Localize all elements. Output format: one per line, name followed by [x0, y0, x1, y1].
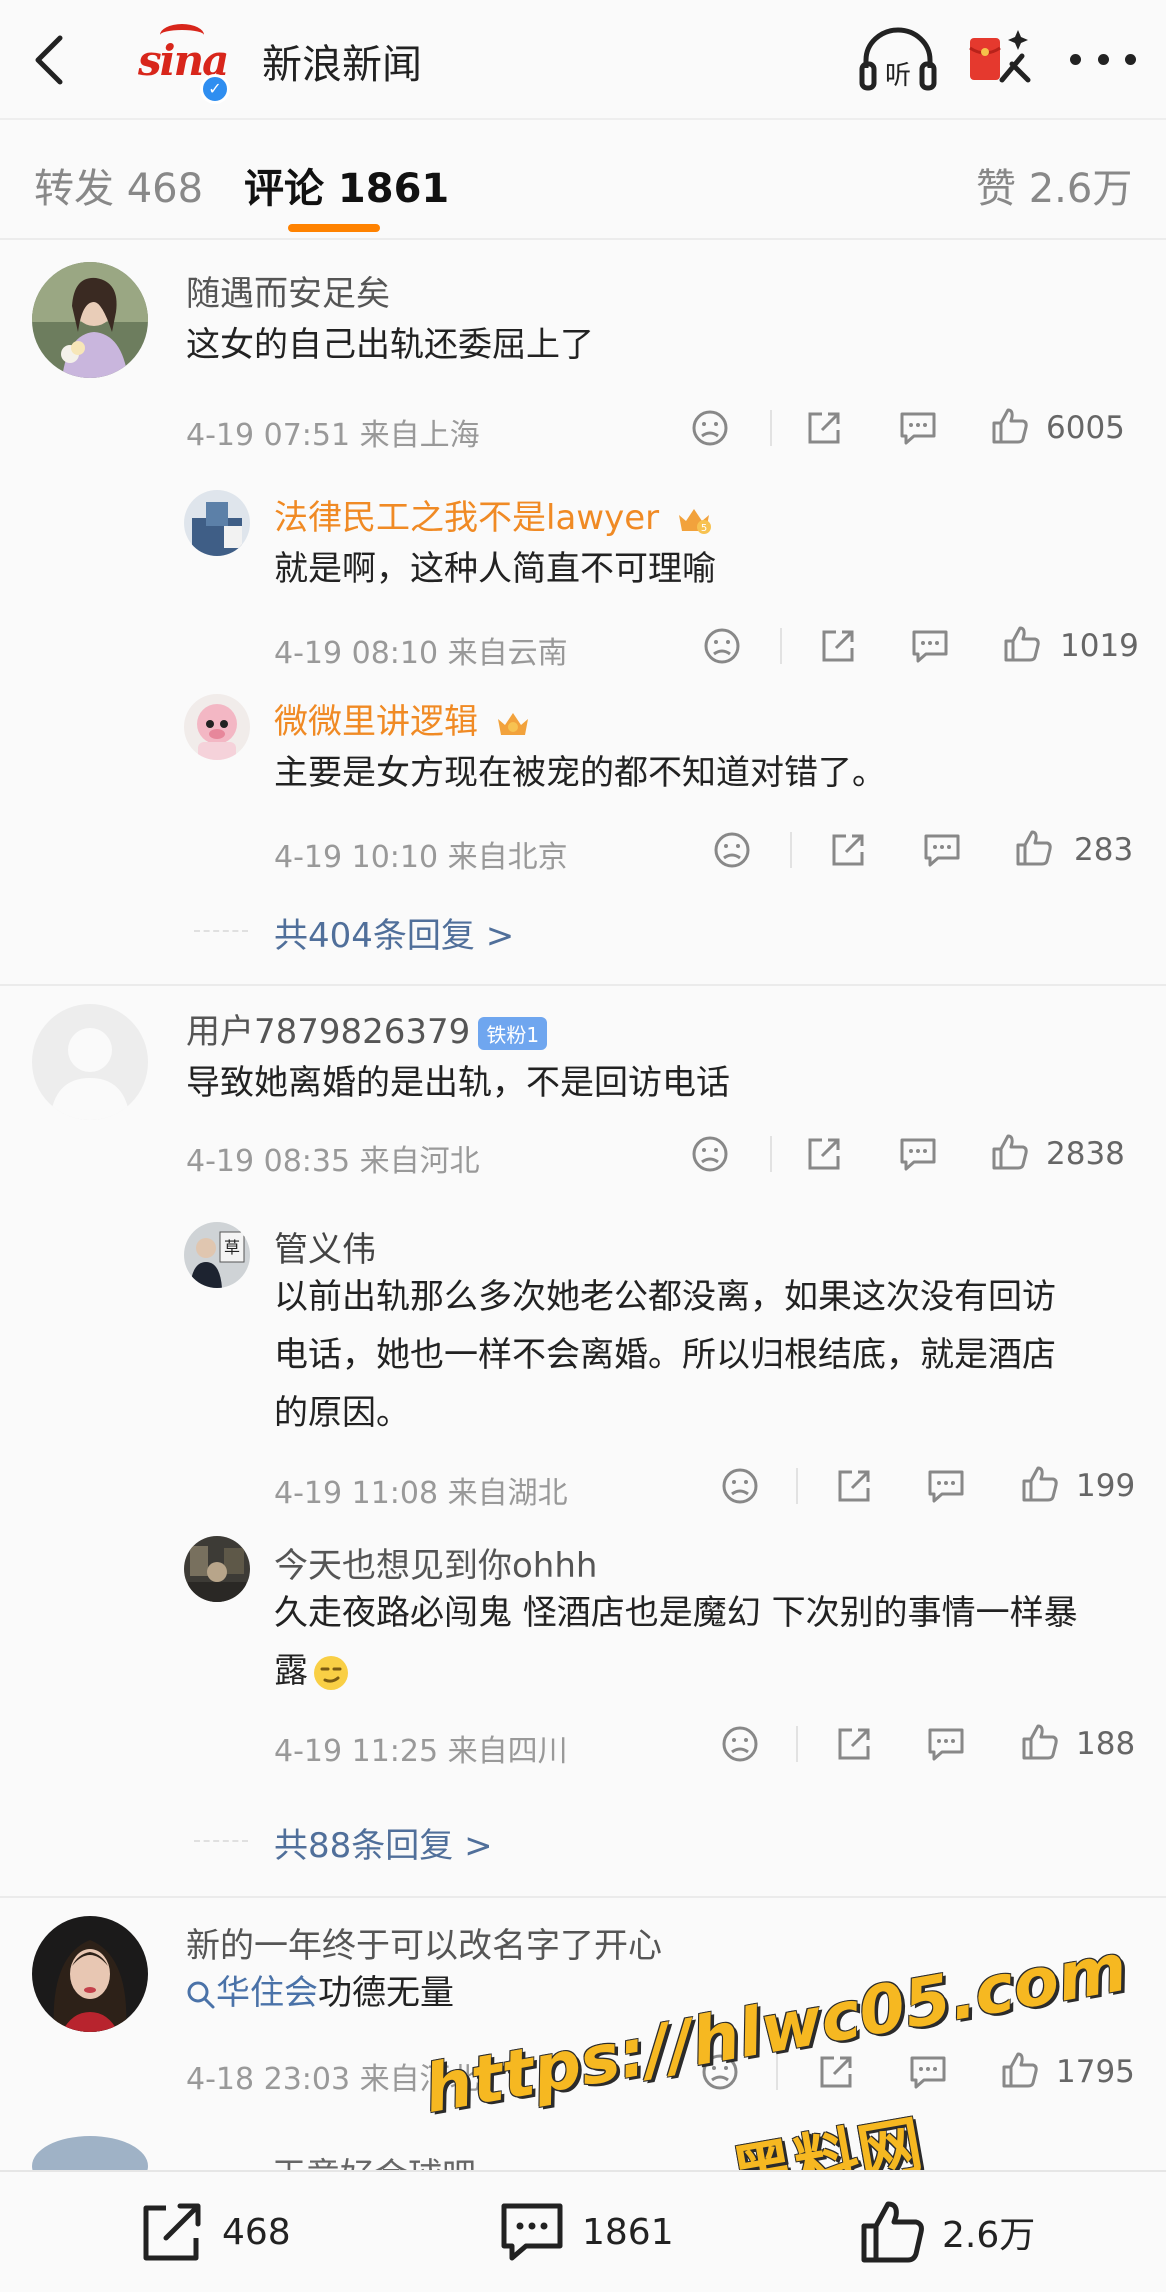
share-icon[interactable]	[818, 626, 858, 666]
share-icon[interactable]	[804, 408, 844, 448]
share-icon[interactable]	[828, 830, 868, 870]
smirk-emoji-icon	[314, 1655, 348, 1690]
dislike-icon[interactable]	[720, 1466, 760, 1506]
crown-badge-icon	[497, 712, 528, 735]
comment-text: 这女的自己出轨还委屈上了	[186, 325, 594, 365]
verified-icon: ✓	[200, 74, 230, 104]
like-icon[interactable]	[1020, 1464, 1060, 1504]
svg-text:听: 听	[885, 61, 911, 91]
reply-meta: 4-19 11:08 来自湖北	[274, 1476, 568, 1511]
comment-username[interactable]: 王意好会球吧	[272, 2148, 476, 2170]
avatar[interactable]	[32, 2136, 148, 2170]
like-icon[interactable]	[990, 1132, 1030, 1172]
reply-icon[interactable]	[898, 1134, 938, 1174]
avatar[interactable]	[184, 490, 250, 556]
avatar[interactable]	[32, 1916, 148, 2032]
svg-text:5: 5	[701, 523, 707, 534]
comment-username[interactable]: 新的一年终于可以改名字了开心	[186, 1918, 662, 1967]
reply-meta: 4-19 08:10 来自云南	[274, 636, 568, 671]
avatar[interactable]	[184, 694, 250, 760]
more-menu-icon[interactable]	[1070, 34, 1136, 84]
repost-button[interactable]: 468	[136, 2196, 291, 2268]
dislike-icon[interactable]	[702, 626, 742, 666]
top-bar: sina ✓ 新浪新闻 听	[0, 0, 1166, 118]
reply-icon[interactable]	[926, 1724, 966, 1764]
more-replies-link[interactable]: 共88条回复 >	[274, 1818, 493, 1867]
like-count: 283	[1074, 832, 1134, 868]
tab-bar: 转发 468 评论 1861 赞 2.6万	[0, 118, 1166, 240]
comment-list[interactable]: 随遇而安足矣 这女的自己出轨还委屈上了 4-19 07:51 来自上海 6005…	[0, 240, 1166, 2170]
like-count: 1019	[1060, 628, 1139, 664]
dislike-icon[interactable]	[712, 830, 752, 870]
back-arrow-icon[interactable]	[22, 30, 82, 90]
like-icon[interactable]	[990, 406, 1030, 446]
avatar[interactable]	[32, 1004, 148, 1120]
reply-username[interactable]: 法律民工之我不是lawyer 5	[274, 490, 712, 539]
like-button[interactable]: 2.6万	[856, 2196, 1035, 2268]
reply-meta: 4-19 10:10 来自北京	[274, 840, 568, 875]
comment-meta: 4-19 07:51 来自上海	[186, 418, 480, 453]
like-count: 6005	[1046, 410, 1125, 446]
dislike-icon[interactable]	[690, 1134, 730, 1174]
reply-username[interactable]: 微微里讲逻辑	[274, 694, 531, 743]
like-icon[interactable]	[1002, 624, 1042, 664]
like-count: 188	[1076, 1726, 1136, 1762]
reply-icon[interactable]	[926, 1466, 966, 1506]
fan-badge: 铁粉1	[478, 1017, 548, 1050]
reply-text: 以前出轨那么多次她老公都没离，如果这次没有回访 电话，她也一样不会离婚。所以归根…	[274, 1277, 1056, 1433]
share-icon[interactable]	[834, 1466, 874, 1506]
search-icon	[187, 1981, 215, 2008]
share-icon[interactable]	[834, 1724, 874, 1764]
comment-icon	[501, 2203, 563, 2261]
reply-text: 主要是女方现在被宠的都不知道对错了。	[274, 753, 886, 793]
crown-badge-icon: 5	[678, 508, 711, 534]
comment-username[interactable]: 用户7879826379 铁粉1	[186, 1004, 548, 1053]
share-icon[interactable]	[804, 1134, 844, 1174]
reply-icon[interactable]	[898, 408, 938, 448]
reply-username[interactable]: 管义伟	[274, 1222, 376, 1271]
comment-button[interactable]: 1861	[496, 2196, 674, 2268]
reply-username[interactable]: 今天也想见到你ohhh	[274, 1538, 597, 1587]
repost-icon	[143, 2203, 201, 2261]
tab-repost[interactable]: 转发 468	[34, 156, 203, 214]
listen-headphones-icon[interactable]: 听	[858, 24, 938, 94]
reply-icon[interactable]	[922, 830, 962, 870]
active-tab-indicator	[288, 224, 380, 232]
like-icon[interactable]	[1000, 2050, 1040, 2090]
dislike-icon[interactable]	[720, 1724, 760, 1764]
avatar[interactable]	[32, 262, 148, 378]
sina-logo: sina ✓	[138, 22, 238, 104]
comment-text: 华住会功德无量	[186, 1964, 454, 2022]
reply-text: 就是啊，这种人简直不可理喻	[274, 549, 716, 589]
like-count: 199	[1076, 1468, 1136, 1504]
reply-text: 久走夜路必闯鬼 怪酒店也是魔幻 下次别的事情一样暴 露	[274, 1593, 1078, 1691]
like-icon[interactable]	[1020, 1722, 1060, 1762]
page-title: 新浪新闻	[262, 42, 422, 88]
search-topic-link[interactable]: 华住会	[186, 1973, 318, 2013]
comment-meta: 4-19 08:35 来自河北	[186, 1144, 480, 1179]
more-replies-link[interactable]: 共404条回复 >	[274, 908, 514, 957]
tab-comments[interactable]: 评论 1861	[244, 156, 449, 214]
tab-likes[interactable]: 赞 2.6万	[976, 156, 1132, 214]
reply-icon[interactable]	[908, 2052, 948, 2092]
reply-meta: 4-19 11:25 来自四川	[274, 1734, 568, 1769]
bottom-action-bar: 468 1861 2.6万	[0, 2170, 1166, 2292]
like-icon[interactable]	[1014, 828, 1054, 868]
avatar[interactable]	[184, 1536, 250, 1602]
like-count: 1795	[1056, 2054, 1135, 2090]
like-count: 2838	[1046, 1136, 1125, 1172]
svg-text:草: 草	[224, 1238, 240, 1257]
thumbs-up-icon	[861, 2201, 924, 2263]
avatar[interactable]: 草	[184, 1222, 250, 1288]
red-packet-icon[interactable]	[966, 22, 1036, 94]
comment-text: 导致她离婚的是出轨，不是回访电话	[186, 1063, 730, 1103]
comment-username[interactable]: 随遇而安足矣	[186, 266, 390, 315]
reply-icon[interactable]	[910, 626, 950, 666]
dislike-icon[interactable]	[690, 408, 730, 448]
